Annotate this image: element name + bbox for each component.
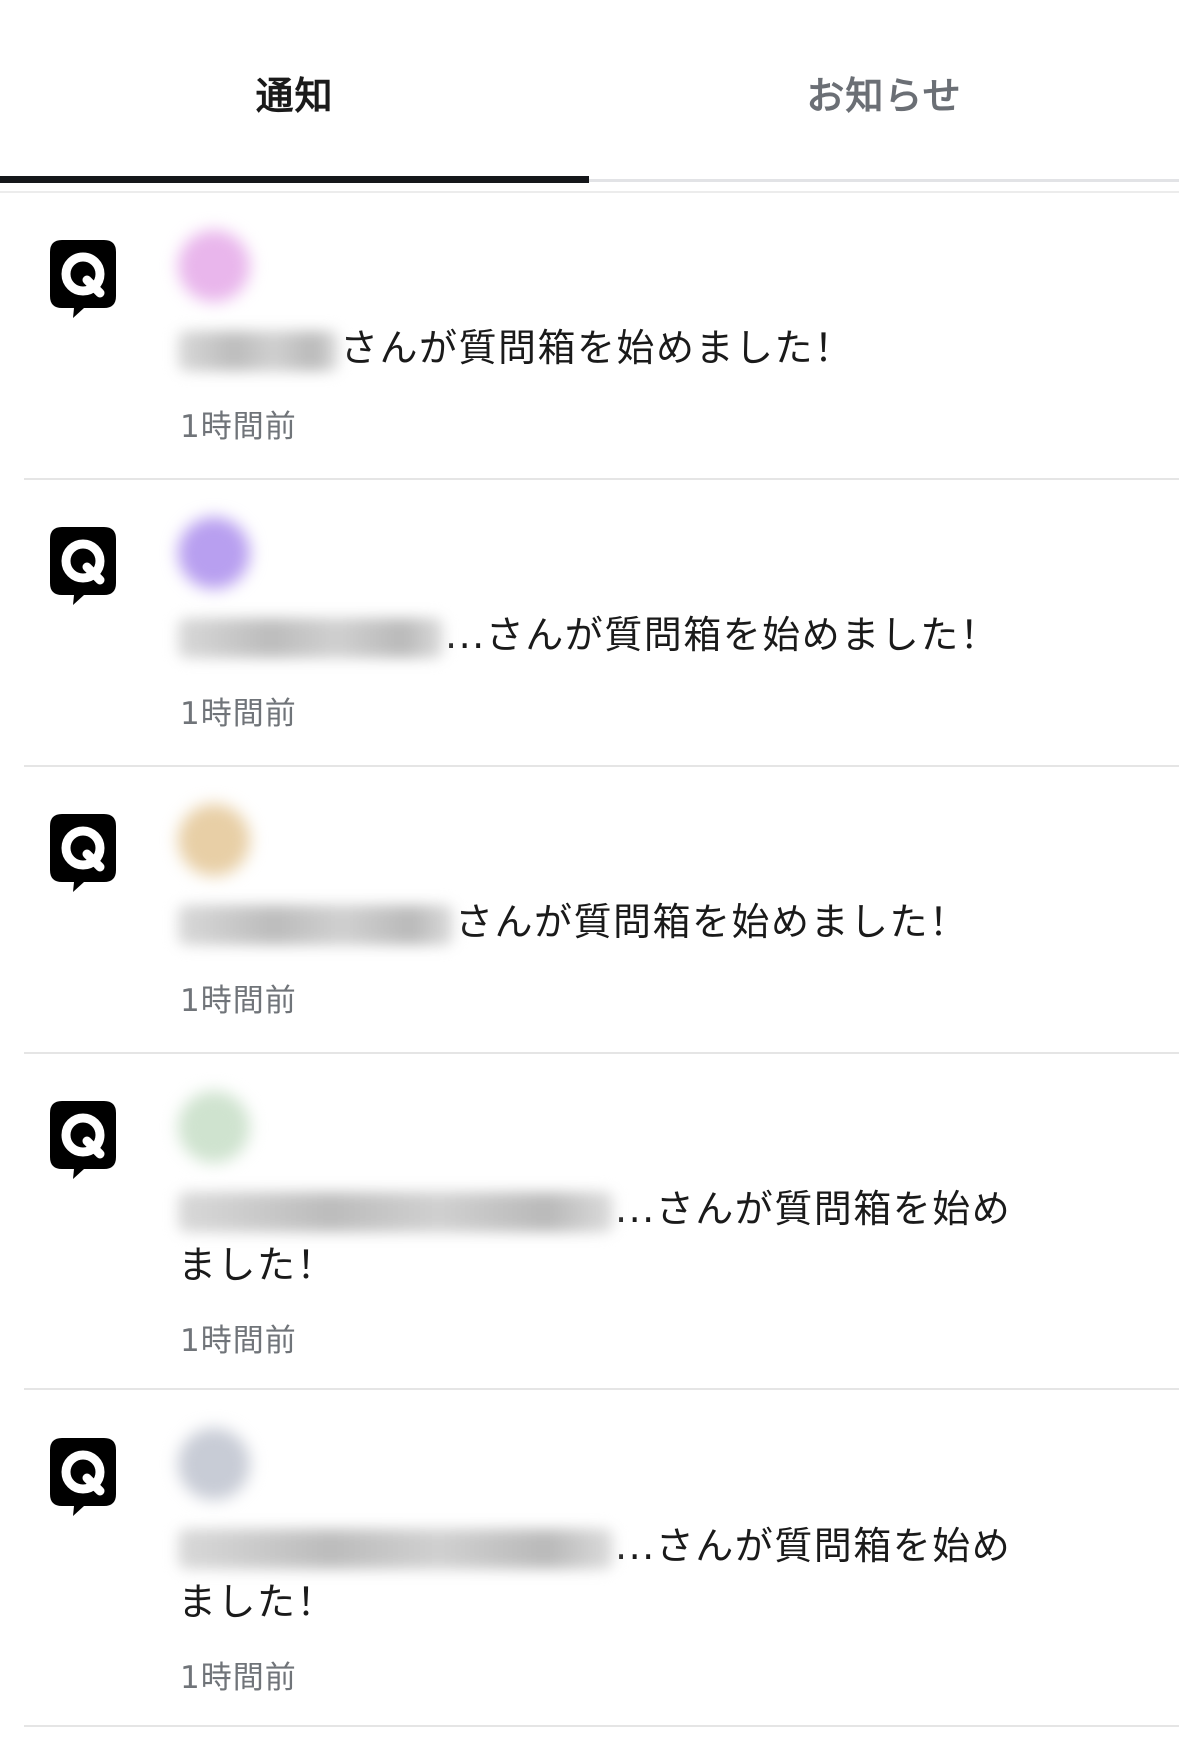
blurred-username [178, 1528, 613, 1569]
notification-item[interactable]: さんが質問箱を始めました！ 1時間前 [0, 767, 1179, 1054]
question-box-icon [50, 814, 116, 892]
blurred-username [178, 617, 443, 658]
blurred-username [178, 1191, 613, 1232]
notification-item[interactable]: ...さんが質問箱を始めました！ 1時間前 [0, 1054, 1179, 1391]
tab-notifications[interactable]: 通知 [0, 0, 589, 185]
message-text: さんが質問箱を始めました！ [485, 613, 1000, 657]
question-box-icon [50, 1438, 116, 1516]
ellipsis: ... [615, 1187, 656, 1231]
question-box-icon [50, 527, 116, 605]
timestamp: 1時間前 [180, 409, 297, 445]
blurred-username [178, 904, 453, 945]
timestamp: 1時間前 [180, 1323, 297, 1359]
timestamp: 1時間前 [180, 1660, 297, 1696]
question-box-icon [50, 240, 116, 318]
notification-message: ...さんが質問箱を始めました！ [178, 1518, 1048, 1630]
notification-message: さんが質問箱を始めました！ [178, 894, 1058, 950]
notification-message: ...さんが質問箱を始めました！ [178, 607, 1058, 663]
notification-item[interactable]: さんが質問箱を始めました！ 1時間前 [0, 193, 1179, 480]
message-text: さんが質問箱を始めました！ [340, 326, 854, 370]
message-text: さんが質問箱を始めました！ [455, 900, 969, 944]
notification-message: ...さんが質問箱を始めました！ [178, 1181, 1048, 1293]
timestamp: 1時間前 [180, 983, 297, 1019]
avatar[interactable] [178, 230, 250, 302]
ellipsis: ... [615, 1524, 656, 1568]
tab-bar: 通知 お知らせ [0, 0, 1179, 185]
notification-item[interactable]: ...さんが質問箱を始めました！ 1時間前 [0, 480, 1179, 767]
avatar[interactable] [178, 804, 250, 876]
avatar[interactable] [178, 517, 250, 589]
tab-announcements[interactable]: お知らせ [589, 0, 1179, 185]
blurred-username [178, 330, 338, 371]
notification-message: さんが質問箱を始めました！ [178, 320, 1058, 376]
timestamp: 1時間前 [180, 696, 297, 732]
active-tab-indicator [0, 176, 589, 183]
question-box-icon [50, 1101, 116, 1179]
avatar[interactable] [178, 1091, 250, 1163]
ellipsis: ... [445, 613, 486, 657]
divider [24, 1388, 1179, 1390]
avatar[interactable] [178, 1428, 250, 1500]
notification-item[interactable]: ...さんが質問箱を始めました！ 1時間前 [0, 1391, 1179, 1728]
divider [24, 1725, 1179, 1727]
